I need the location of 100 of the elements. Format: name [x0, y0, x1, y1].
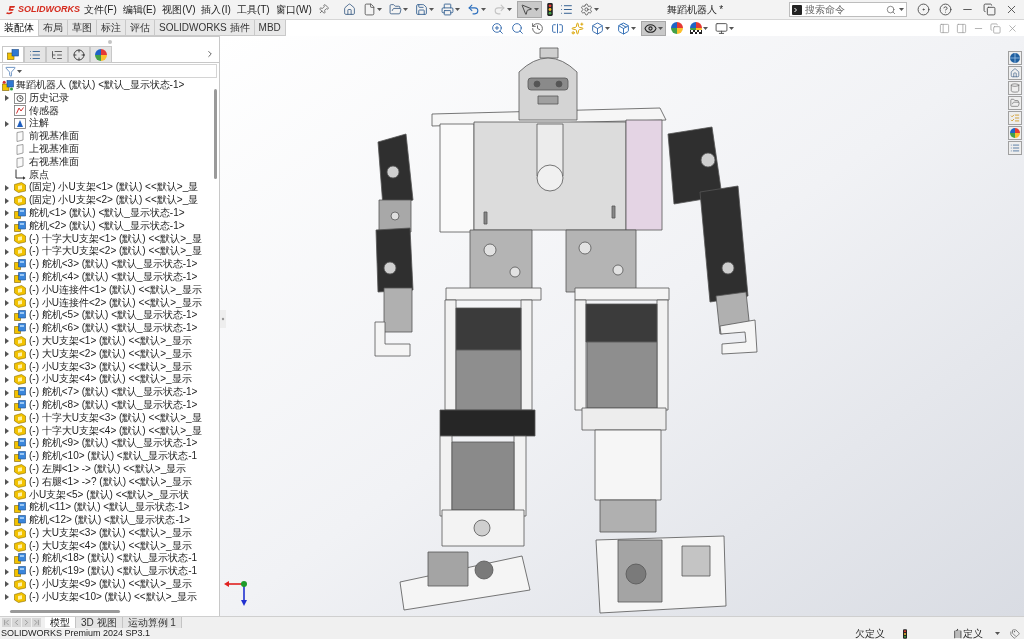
caret-icon[interactable] — [17, 69, 22, 73]
caret-icon[interactable] — [657, 26, 663, 30]
panel-tab[interactable] — [68, 46, 90, 62]
tree-item[interactable]: 传感器 — [0, 104, 212, 118]
tree-item[interactable]: (-) 舵机<7> (默认) <默认_显示状态-1> — [0, 386, 212, 399]
tile-right-icon[interactable] — [956, 22, 967, 34]
command-tab[interactable]: 草图 — [68, 20, 97, 36]
menu-item[interactable]: 窗口(W) — [275, 2, 312, 17]
tree-item[interactable]: (-) 十字大U支架<4> (默认) <<默认>_显 — [0, 424, 212, 438]
tree-item[interactable]: (-) 舵机<10> (默认) <默认_显示状态-1 — [0, 450, 212, 463]
tree-item[interactable]: 小U支架<5> (默认) <<默认>_显示状 — [0, 488, 212, 502]
search-field[interactable]: 搜索命令 — [789, 2, 907, 17]
caret-icon[interactable] — [402, 8, 408, 11]
tree-item[interactable]: (-) 右腿<1> ->? (默认) <<默认>_显示 — [0, 475, 212, 489]
caret-icon[interactable] — [533, 8, 539, 11]
tree-item[interactable]: 舵机<12> (默认) <默认_显示状态-1> — [0, 514, 212, 527]
scrollbar-thumb[interactable] — [10, 610, 120, 613]
caret-icon[interactable] — [899, 8, 904, 11]
caret-icon[interactable] — [428, 8, 434, 11]
caret-icon[interactable] — [728, 26, 734, 30]
caret-icon[interactable] — [604, 26, 610, 30]
search-input[interactable]: 搜索命令 — [805, 3, 883, 16]
tree-item[interactable]: (-) 舵机<5> (默认) <默认_显示状态-1> — [0, 309, 212, 323]
caret-icon[interactable] — [376, 8, 382, 11]
tree-item[interactable]: 舵机<1> (默认) <默认_显示状态-1> — [0, 206, 212, 220]
tree-item[interactable]: 舵机<11> (默认) <默认_显示状态-1> — [0, 501, 212, 515]
menu-item[interactable]: 工具(T) — [236, 2, 270, 17]
units-status[interactable]: 自定义 — [953, 628, 983, 639]
tree-item[interactable]: 原点 — [0, 168, 212, 182]
command-tab[interactable]: SOLIDWORKS 插件 — [155, 20, 255, 36]
tree-item[interactable]: (-) 舵机<4> (默认) <默认_显示状态-1> — [0, 270, 212, 284]
hide-show-button[interactable] — [640, 20, 666, 36]
tree-item[interactable]: (-) 左脚<1> -> (默认) <<默认>_显示 — [0, 462, 212, 476]
tree-item[interactable]: (-) 舵机<19> (默认) <默认_显示状态-1 — [0, 565, 212, 579]
tree-item[interactable]: 舵机<2> (默认) <默认_显示状态-1> — [0, 219, 212, 233]
view-settings-button[interactable] — [712, 20, 736, 36]
rebuild-button[interactable] — [544, 1, 555, 18]
print-button[interactable] — [438, 1, 462, 18]
tree-item[interactable]: (-) 舵机<8> (默认) <默认_显示状态-1> — [0, 398, 212, 412]
globe-icon[interactable] — [1008, 51, 1022, 65]
panel-tab[interactable] — [24, 46, 46, 62]
command-tab[interactable]: 评估 — [126, 20, 155, 36]
caret-icon[interactable] — [702, 26, 708, 30]
help-icon[interactable] — [939, 3, 952, 16]
search-icon[interactable] — [886, 4, 896, 15]
circle-dot-icon[interactable] — [917, 3, 930, 16]
tile-left-icon[interactable] — [939, 22, 950, 34]
restore-icon[interactable] — [983, 3, 996, 16]
panel-tab[interactable] — [90, 46, 112, 62]
tree-item[interactable]: (-) 舵机<18> (默认) <默认_显示状态-1 — [0, 552, 212, 566]
panel-tab[interactable] — [46, 46, 68, 62]
traffic-light-icon[interactable] — [903, 628, 907, 639]
tree-item[interactable]: (-) 小U支架<3> (默认) <<默认>_显示 — [0, 360, 212, 374]
tree-item[interactable]: (固定) 小U支架<2> (默认) <<默认>_显 — [0, 194, 212, 207]
tree-item[interactable]: (固定) 小U支架<1> (默认) <<默认>_显 — [0, 181, 212, 195]
tree-item[interactable]: (-) 十字大U支架<3> (默认) <<默认>_显 — [0, 411, 212, 425]
tree-item[interactable]: (-) 大U支架<2> (默认) <<默认>_显示 — [0, 347, 212, 361]
tree-item[interactable]: 历史记录 — [0, 91, 212, 105]
checklist-icon[interactable] — [1008, 111, 1022, 125]
menu-item[interactable]: 编辑(E) — [122, 2, 157, 17]
scene-button[interactable] — [687, 20, 710, 36]
tree-item[interactable]: (-) 大U支架<3> (默认) <<默认>_显示 — [0, 526, 212, 540]
tree-item[interactable]: (-) 小U连接件<2> (默认) <<默认>_显示 — [0, 296, 212, 310]
select-button[interactable] — [516, 1, 542, 18]
panel-tab[interactable] — [2, 46, 24, 62]
menu-item[interactable]: 文件(F) — [84, 2, 117, 17]
caret-icon[interactable] — [630, 26, 636, 30]
menu-item[interactable]: 插入(I) — [201, 2, 231, 17]
caret-icon[interactable] — [995, 632, 1000, 635]
tree-item[interactable]: (-) 十字大U支架<2> (默认) <<默认>_显 — [0, 245, 212, 259]
tree-item[interactable]: 上视基准面 — [0, 143, 212, 156]
tree-item[interactable]: (-) 舵机<6> (默认) <默认_显示状态-1> — [0, 322, 212, 335]
appearance-button[interactable] — [668, 20, 685, 36]
tree-item[interactable]: (-) 小U支架<4> (默认) <<默认>_显示 — [0, 373, 212, 387]
tree-item[interactable]: (-) 大U支架<4> (默认) <<默认>_显示 — [0, 539, 212, 553]
caret-icon[interactable] — [454, 8, 460, 11]
expand-arrow-icon[interactable] — [5, 120, 9, 127]
close-icon[interactable] — [1005, 3, 1018, 16]
tree-item[interactable]: (-) 小U支架<9> (默认) <<默认>_显示 — [0, 578, 212, 591]
caret-icon[interactable] — [480, 8, 486, 11]
tree-item[interactable]: 前视基准面 — [0, 130, 212, 143]
tree-item[interactable]: 舞蹈机器人 (默认) <默认_显示状态-1> — [0, 79, 212, 92]
caret-icon[interactable] — [593, 8, 599, 11]
panel-handle-icon[interactable] — [220, 310, 226, 328]
expand-arrow-icon[interactable] — [5, 95, 9, 102]
grip-dot-icon[interactable] — [107, 39, 112, 44]
command-tab[interactable]: MBD — [254, 20, 286, 36]
tree-item[interactable]: (-) 小U连接件<1> (默认) <<默认>_显示 — [0, 283, 212, 297]
scrollbar-thumb[interactable] — [214, 89, 217, 179]
tree-item[interactable]: 注解 — [0, 117, 212, 131]
tree-item[interactable]: (-) 舵机<9> (默认) <默认_显示状态-1> — [0, 437, 212, 451]
tree-item[interactable]: (-) 大U支架<1> (默认) <<默认>_显示 — [0, 334, 212, 348]
chevron-right-icon[interactable] — [205, 49, 215, 59]
command-tab[interactable]: 布局 — [39, 20, 68, 36]
tree-item[interactable]: (-) 舵机<3> (默认) <默认_显示状态-1> — [0, 258, 212, 271]
command-tab[interactable]: 标注 — [97, 20, 126, 36]
menu-item[interactable]: 视图(V) — [162, 2, 196, 17]
tree-item[interactable]: (-) 十字大U支架<1> (默认) <<默认>_显 — [0, 232, 212, 246]
tags-icon[interactable] — [1010, 628, 1020, 639]
tree-item[interactable]: 右视基准面 — [0, 155, 212, 169]
